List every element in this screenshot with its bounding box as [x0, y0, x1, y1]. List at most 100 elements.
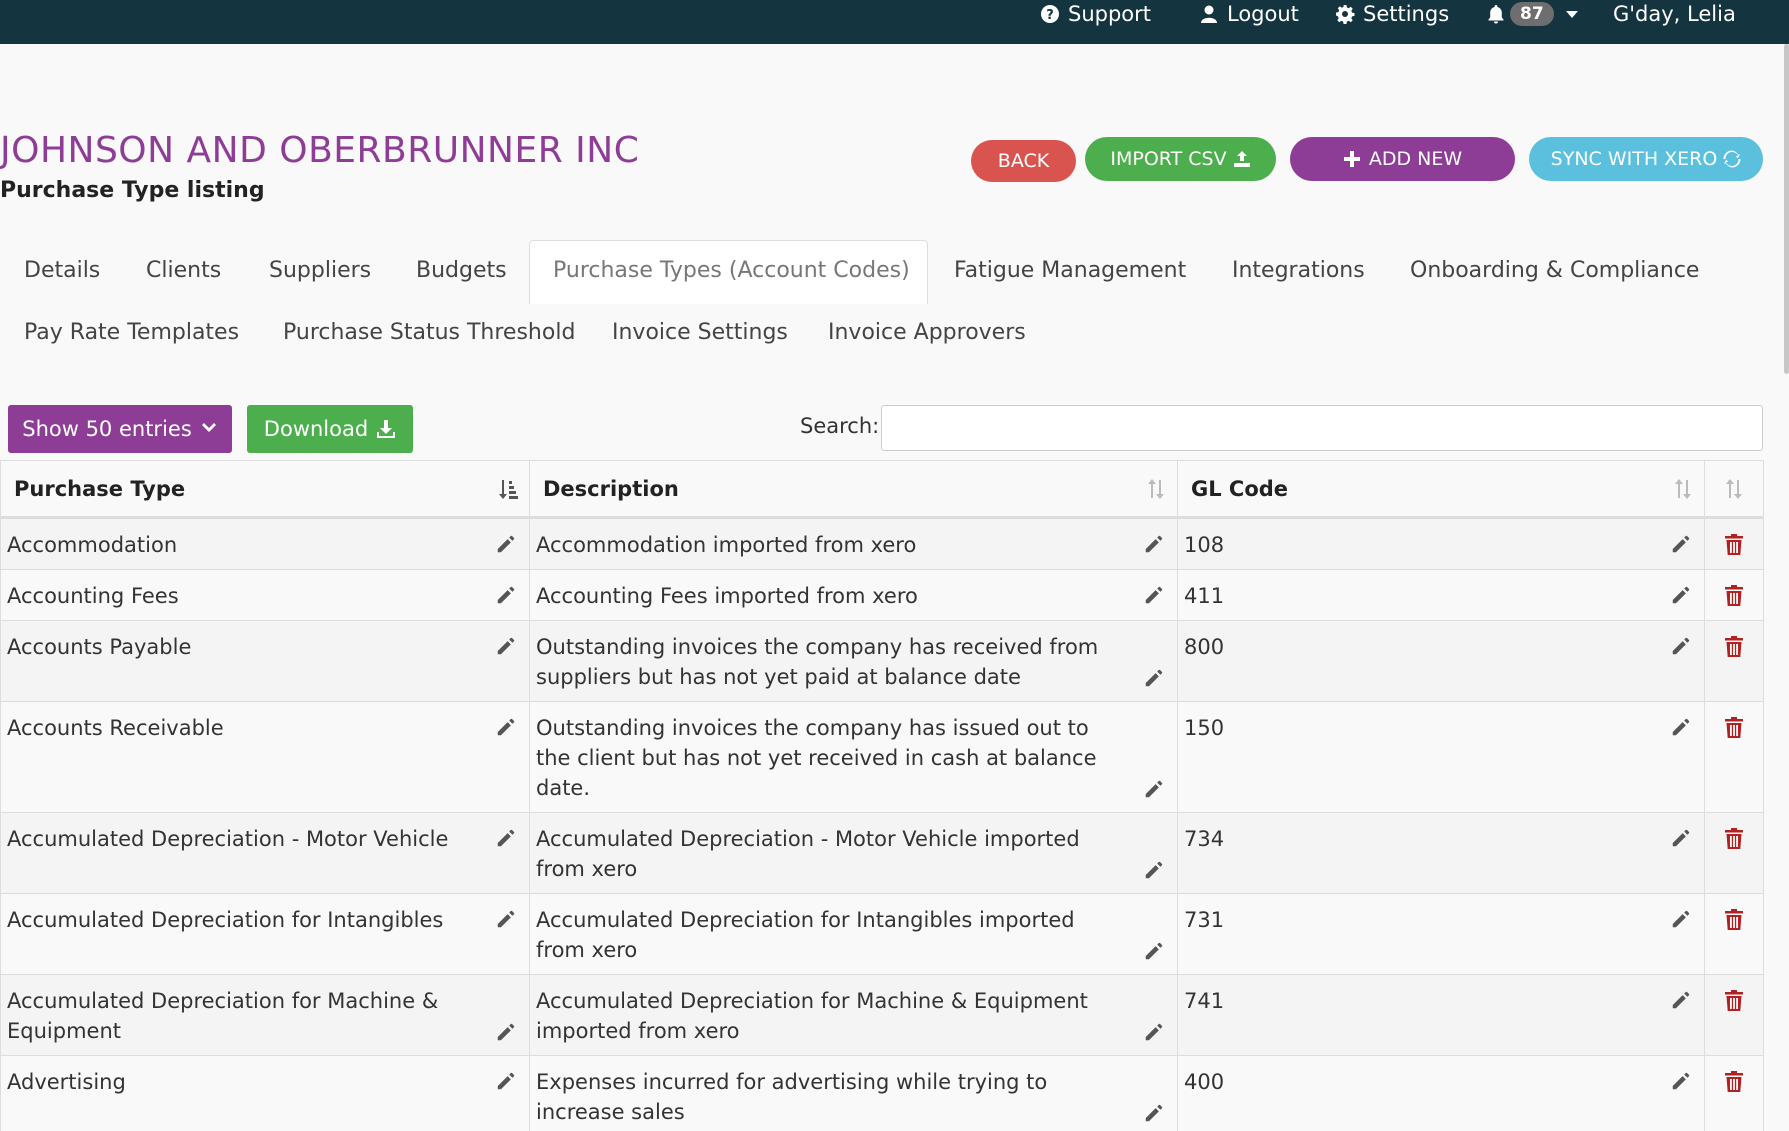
add-new-label: ADD NEW [1368, 148, 1463, 170]
sort-ascending-icon[interactable] [497, 478, 519, 500]
support-link[interactable]: ? Support [1040, 0, 1151, 28]
page-scrollbar[interactable] [1784, 44, 1789, 374]
tab-details[interactable]: Details [24, 258, 100, 283]
edit-pencil-icon[interactable] [1670, 716, 1692, 738]
search-label: Search: [800, 414, 880, 438]
settings-link[interactable]: Settings [1335, 0, 1449, 28]
edit-pencil-icon[interactable] [1670, 635, 1692, 657]
description-cell: Accumulated Depreciation - Motor Vehicle… [529, 812, 1178, 894]
edit-pencil-icon[interactable] [1143, 1102, 1165, 1124]
actions-cell [1704, 620, 1764, 702]
edit-pencil-icon[interactable] [1143, 859, 1165, 881]
column-header-actions[interactable] [1704, 460, 1764, 519]
actions-cell [1704, 1055, 1764, 1131]
trash-icon[interactable] [1723, 715, 1745, 739]
gl-code-text: 741 [1184, 989, 1225, 1013]
edit-pencil-icon[interactable] [1143, 778, 1165, 800]
edit-pencil-icon[interactable] [1670, 1070, 1692, 1092]
search-input[interactable] [881, 405, 1763, 451]
edit-pencil-icon[interactable] [495, 1070, 517, 1092]
tab-clients[interactable]: Clients [146, 258, 221, 283]
edit-pencil-icon[interactable] [495, 1021, 517, 1043]
trash-icon[interactable] [1723, 826, 1745, 850]
edit-pencil-icon[interactable] [495, 716, 517, 738]
edit-pencil-icon[interactable] [1670, 989, 1692, 1011]
edit-pencil-icon[interactable] [1670, 908, 1692, 930]
trash-icon[interactable] [1723, 583, 1745, 607]
edit-pencil-icon[interactable] [1670, 584, 1692, 606]
plus-icon [1343, 151, 1360, 167]
logout-link[interactable]: Logout [1199, 0, 1299, 28]
edit-pencil-icon[interactable] [495, 827, 517, 849]
gl-code-text: 400 [1184, 1070, 1225, 1094]
gl-code-cell: 411 [1177, 569, 1705, 621]
table-row: Accounts Payable Outstanding invoices the… [0, 620, 1764, 702]
edit-pencil-icon[interactable] [1143, 533, 1165, 555]
edit-pencil-icon[interactable] [1143, 940, 1165, 962]
show-entries-dropdown[interactable]: Show 50 entries [8, 405, 232, 453]
edit-pencil-icon[interactable] [1143, 584, 1165, 606]
tab-purchase-status-threshold[interactable]: Purchase Status Threshold [283, 320, 575, 345]
import-csv-button[interactable]: IMPORT CSV [1085, 137, 1276, 181]
sync-with-xero-button[interactable]: SYNC WITH XERO [1529, 137, 1763, 181]
tab-purchase-types[interactable]: Purchase Types (Account Codes) [553, 258, 910, 283]
edit-pencil-icon[interactable] [495, 584, 517, 606]
sort-icon[interactable] [1145, 478, 1167, 500]
gl-code-cell: 400 [1177, 1055, 1705, 1131]
trash-icon[interactable] [1723, 532, 1745, 556]
tab-budgets[interactable]: Budgets [416, 258, 507, 283]
download-button[interactable]: Download [247, 405, 413, 453]
logout-label: Logout [1227, 2, 1299, 26]
trash-icon[interactable] [1723, 634, 1745, 658]
notification-count-badge: 87 [1510, 2, 1554, 26]
column-header-label: Description [543, 476, 679, 501]
edit-pencil-icon[interactable] [495, 533, 517, 555]
purchase-type-text: Accumulated Depreciation for Machine & E… [7, 989, 439, 1043]
settings-label: Settings [1363, 2, 1450, 26]
edit-pencil-icon[interactable] [495, 908, 517, 930]
gl-code-cell: 741 [1177, 974, 1705, 1056]
tab-invoice-settings[interactable]: Invoice Settings [612, 320, 788, 345]
edit-pencil-icon[interactable] [1143, 667, 1165, 689]
tab-integrations[interactable]: Integrations [1232, 258, 1365, 283]
table-row: Accumulated Depreciation - Motor Vehicle… [0, 812, 1764, 894]
question-circle-icon: ? [1041, 5, 1059, 23]
tab-invoice-approvers[interactable]: Invoice Approvers [828, 320, 1026, 345]
trash-icon[interactable] [1723, 907, 1745, 931]
gl-code-cell: 150 [1177, 701, 1705, 813]
edit-pencil-icon[interactable] [1670, 533, 1692, 555]
actions-cell [1704, 974, 1764, 1056]
sort-icon[interactable] [1723, 478, 1745, 500]
edit-pencil-icon[interactable] [495, 635, 517, 657]
actions-cell [1704, 517, 1764, 570]
edit-pencil-icon[interactable] [1143, 1021, 1165, 1043]
trash-icon[interactable] [1723, 988, 1745, 1012]
tab-onboarding-compliance[interactable]: Onboarding & Compliance [1410, 258, 1699, 283]
back-button[interactable]: BACK [971, 140, 1076, 182]
column-header-purchase-type[interactable]: Purchase Type [0, 460, 530, 519]
tab-suppliers[interactable]: Suppliers [269, 258, 371, 283]
description-text: Outstanding invoices the company has iss… [536, 716, 1097, 800]
add-new-button[interactable]: ADD NEW [1290, 137, 1515, 181]
description-text: Outstanding invoices the company has rec… [536, 635, 1099, 689]
trash-icon[interactable] [1723, 1069, 1745, 1093]
tab-fatigue-management[interactable]: Fatigue Management [954, 258, 1186, 283]
notifications-dropdown[interactable]: 87 [1486, 0, 1578, 28]
refresh-icon [1723, 150, 1741, 168]
table-row: Accommodation Accommodation imported from… [0, 517, 1764, 570]
greeting[interactable]: G'day, Lelia [1613, 0, 1736, 28]
column-header-gl-code[interactable]: GL Code [1177, 460, 1705, 519]
edit-pencil-icon[interactable] [1670, 827, 1692, 849]
description-text: Accumulated Depreciation for Intangibles… [536, 908, 1075, 962]
tab-pay-rate-templates[interactable]: Pay Rate Templates [24, 320, 239, 345]
gl-code-text: 734 [1184, 827, 1225, 851]
purchase-type-cell: Accounts Payable [0, 620, 530, 702]
column-header-description[interactable]: Description [529, 460, 1178, 519]
sync-label: SYNC WITH XERO [1550, 148, 1718, 170]
support-label: Support [1068, 2, 1152, 26]
purchase-type-text: Accumulated Depreciation - Motor Vehicle [7, 827, 449, 851]
purchase-type-cell: Accounting Fees [0, 569, 530, 621]
purchase-type-text: Accommodation [7, 533, 178, 557]
sort-icon[interactable] [1672, 478, 1694, 500]
user-icon [1201, 5, 1217, 23]
